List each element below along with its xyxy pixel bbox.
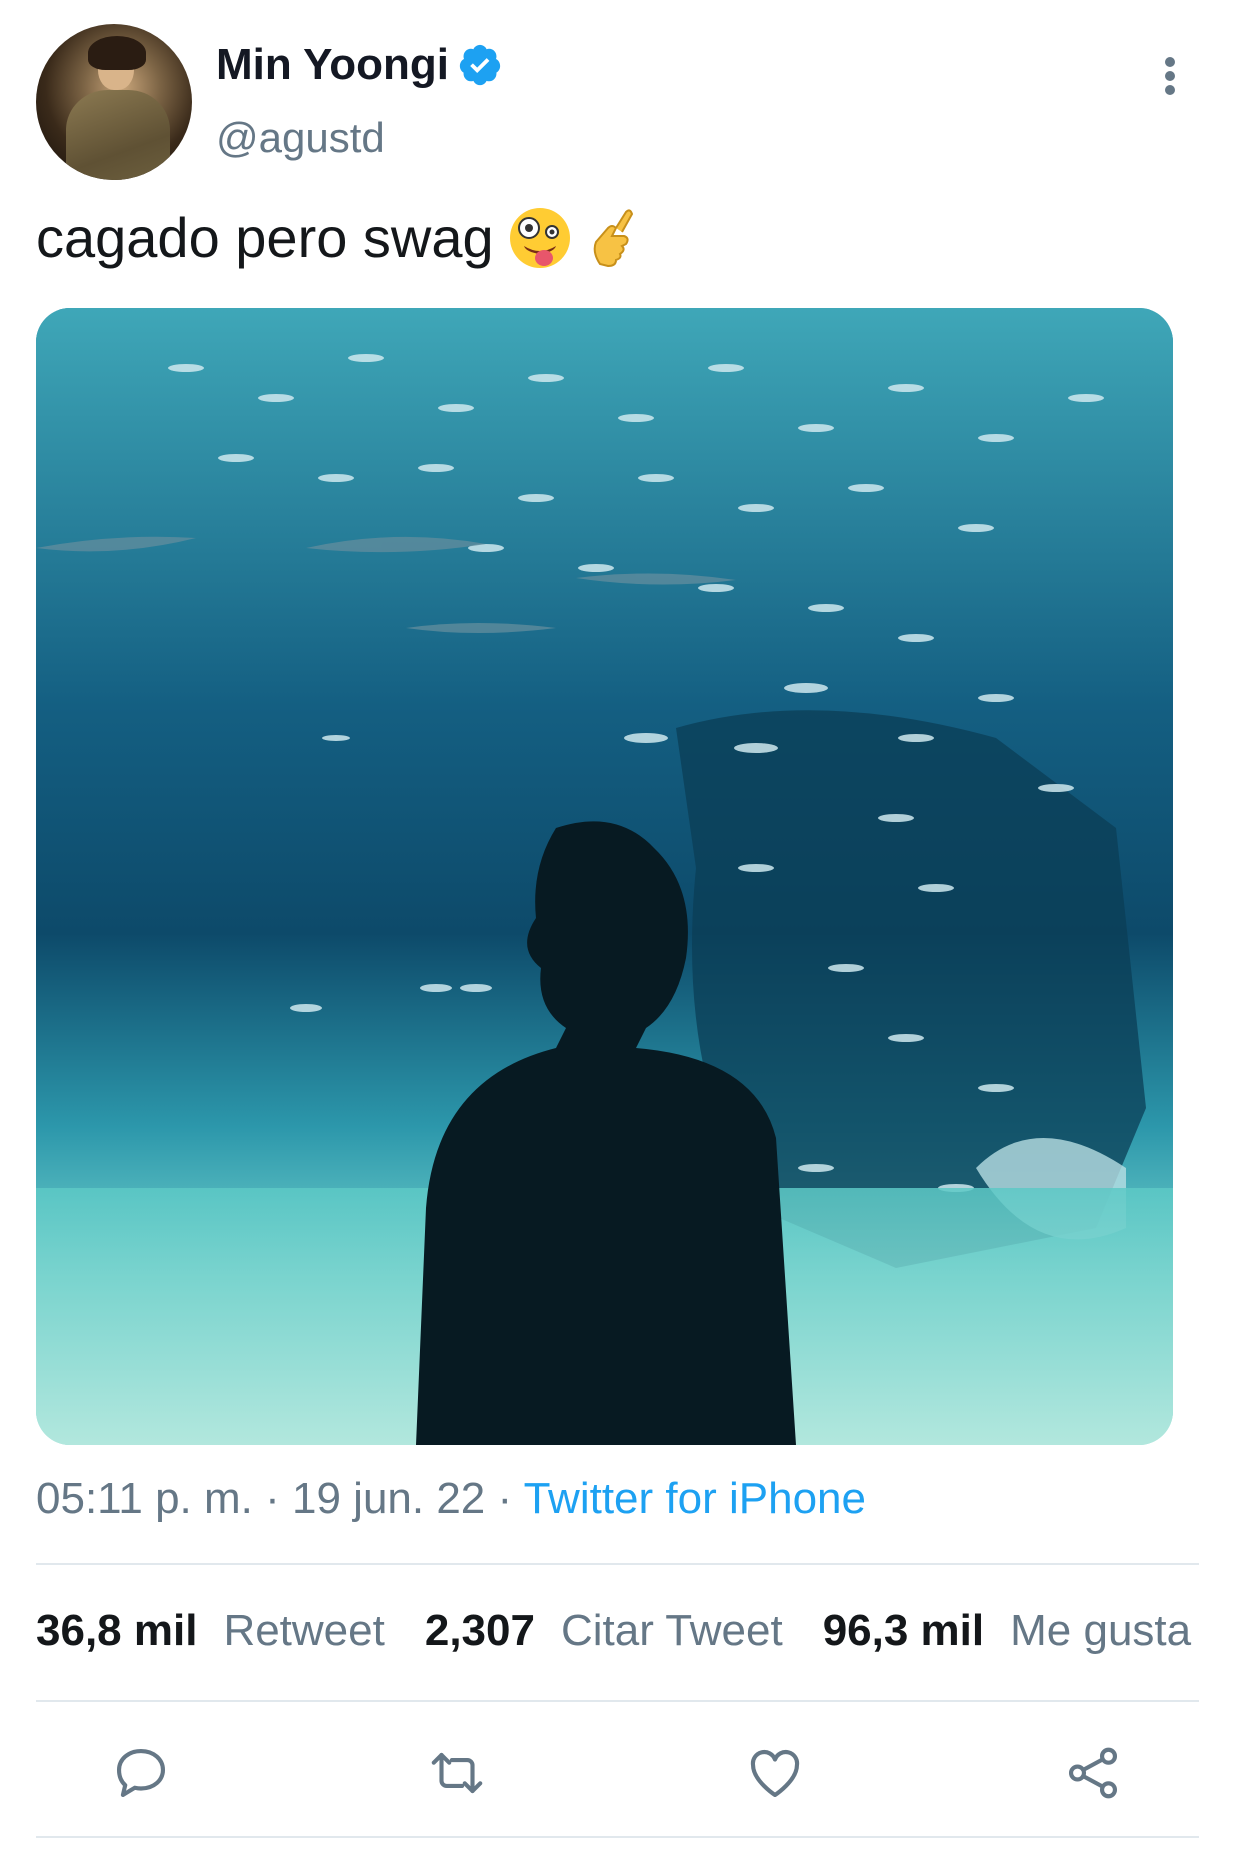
retweets-count[interactable]: 36,8 mil: [36, 1606, 197, 1656]
retweet-icon[interactable]: [426, 1742, 488, 1804]
tweet-date[interactable]: 19 jun. 22: [292, 1474, 485, 1523]
share-icon[interactable]: [1062, 1742, 1124, 1804]
meta-separator: ·: [497, 1474, 513, 1523]
tweet-stats: 36,8 mil Retweet 2,307 Citar Tweet 96,3 …: [36, 1606, 1231, 1656]
action-bar: [0, 1742, 1235, 1812]
likes-count[interactable]: 96,3 mil: [823, 1606, 984, 1656]
reply-icon[interactable]: [110, 1742, 172, 1804]
tweet-time[interactable]: 05:11 p. m.: [36, 1474, 253, 1523]
aquarium-photo-icon: [36, 308, 1173, 1445]
more-options-icon[interactable]: [1156, 52, 1184, 100]
likes-label[interactable]: Me gusta: [1010, 1606, 1191, 1656]
quotes-label[interactable]: Citar Tweet: [561, 1606, 783, 1656]
avatar[interactable]: [36, 24, 192, 180]
tweet-meta: 05:11 p. m. · 19 jun. 22 · Twitter for i…: [36, 1474, 866, 1524]
author-name[interactable]: Min Yoongi: [216, 40, 449, 90]
meta-separator: ·: [265, 1474, 280, 1523]
tweet-text: cagado pero swag: [36, 206, 494, 269]
divider: [36, 1563, 1199, 1565]
zany-face-emoji-icon: [509, 207, 570, 268]
tweet-source-link[interactable]: Twitter for iPhone: [524, 1474, 866, 1523]
hand-pointing-emoji-icon: [593, 208, 633, 267]
author-name-row[interactable]: Min Yoongi: [216, 40, 503, 90]
divider: [36, 1700, 1199, 1702]
like-icon[interactable]: [744, 1742, 806, 1804]
verified-badge-icon: [459, 44, 501, 86]
author-handle[interactable]: @agustd: [216, 114, 385, 162]
tweet-photo[interactable]: [36, 308, 1173, 1445]
tweet-text-row: cagado pero swag: [36, 205, 634, 270]
retweets-label[interactable]: Retweet: [223, 1606, 384, 1656]
divider: [36, 1836, 1199, 1838]
quotes-count[interactable]: 2,307: [425, 1606, 535, 1656]
